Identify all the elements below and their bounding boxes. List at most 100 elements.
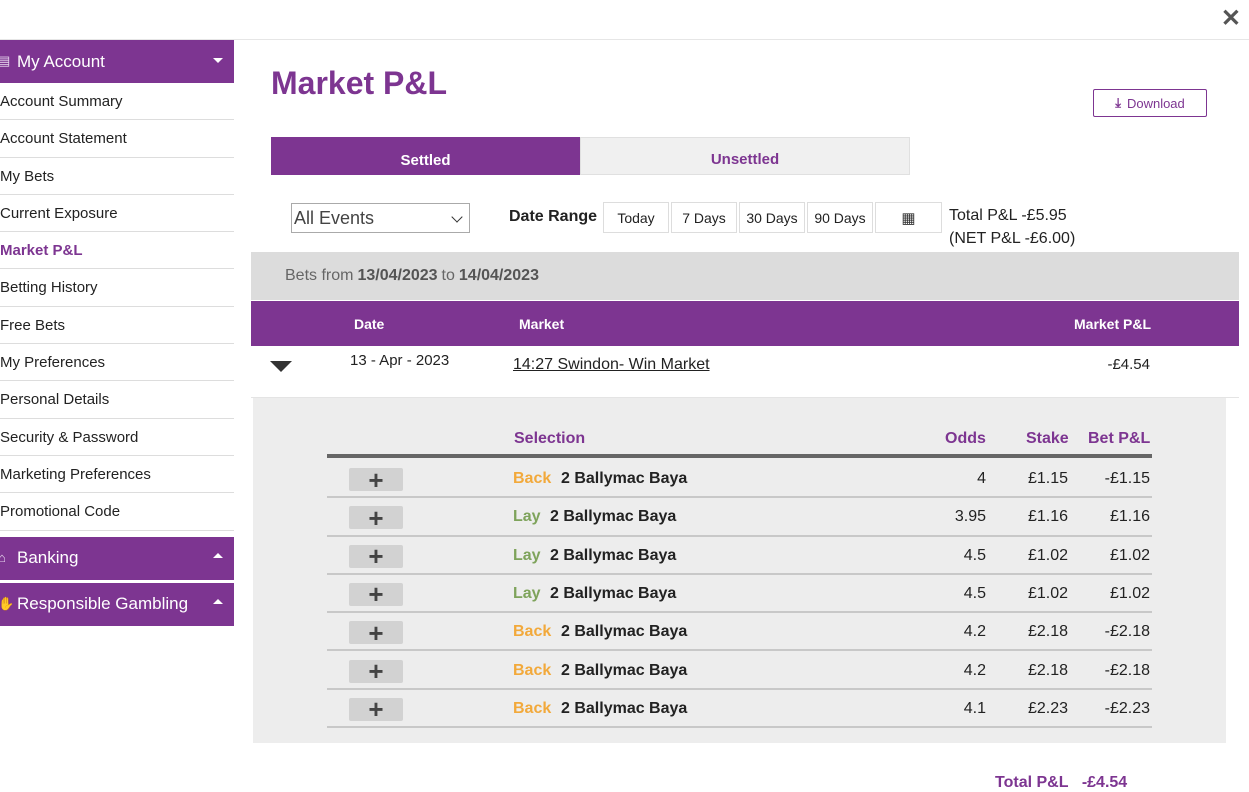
bet-selection: 2 Ballymac Baya <box>550 546 677 564</box>
tab-unsettled[interactable]: Unsettled <box>580 137 910 175</box>
bet-type: Lay <box>513 584 541 602</box>
bet-selection: 2 Ballymac Baya <box>561 699 688 717</box>
bet-stake: £2.18 <box>1027 661 1068 679</box>
bet-type: Back <box>513 470 552 487</box>
expand-plus-button[interactable]: + <box>349 620 403 646</box>
detail-total-pl: Total P&L -£4.54 <box>995 774 1127 792</box>
sidebar-item-promotional-code[interactable]: Promotional Code <box>0 493 234 531</box>
bet-odds: 4.2 <box>963 661 986 679</box>
bet-selection: 2 Ballymac Baya <box>561 661 688 679</box>
column-header-odds: Odds <box>945 430 986 447</box>
bet-selection: 2 Ballymac Baya <box>550 584 677 602</box>
events-select[interactable]: All Events <box>291 203 470 233</box>
bet-type: Lay <box>513 546 541 564</box>
expand-plus-button[interactable]: + <box>349 505 403 531</box>
sidebar-item-marketing-preferences[interactable]: Marketing Preferences <box>0 456 234 494</box>
sidebar-section-label: Banking <box>17 548 79 568</box>
bets-from-date: 13/04/2023 <box>357 267 438 284</box>
tabs: Settled Unsettled <box>271 137 910 175</box>
sidebar-list: Account Summary Account Statement My Bets C… <box>0 83 234 531</box>
sidebar-section-responsible-gambling[interactable]: ✋ Responsible Gambling <box>0 582 234 626</box>
total-pl-value: Total P&L -£5.95 <box>949 207 1067 224</box>
expand-plus-button[interactable]: + <box>349 543 403 569</box>
calendar-icon: ▦ <box>901 209 916 227</box>
column-header-bet-pl: Bet P&L <box>1088 430 1151 447</box>
bet-pl: £1.02 <box>1109 584 1150 602</box>
bet-odds: 4.2 <box>963 623 986 641</box>
calendar-button[interactable]: ▦ <box>875 202 942 233</box>
bet-type: Lay <box>513 508 541 526</box>
bet-row: + Back 2 Ballymac Baya 4.1 £2.23 -£2.23 <box>327 690 1152 729</box>
sidebar-item-my-bets[interactable]: My Bets <box>0 158 234 195</box>
download-button[interactable]: ⤓ Download <box>1093 89 1207 117</box>
bets-to-word: to <box>441 267 455 284</box>
sidebar-item-my-preferences[interactable]: My Preferences <box>0 344 234 382</box>
close-icon[interactable]: ✕ <box>1221 4 1241 33</box>
detail-header: Selection Odds Stake Bet P&L <box>327 398 1152 458</box>
bet-selection: 2 Ballymac Baya <box>561 470 688 487</box>
tab-settled[interactable]: Settled <box>271 137 580 175</box>
bet-row: + Back 2 Ballymac Baya 4.2 £2.18 -£2.18 <box>327 613 1152 652</box>
sidebar-item-account-summary[interactable]: Account Summary <box>0 83 234 121</box>
sidebar-section-banking[interactable]: ⌂ Banking <box>0 536 234 580</box>
date-range-label: Date Range <box>509 208 598 225</box>
bet-pl: -£2.23 <box>1104 699 1150 717</box>
bets-date-range-bar: Bets from 13/04/2023 to 14/04/2023 <box>251 252 1239 300</box>
chevron-up-icon <box>213 552 223 558</box>
sidebar-section-my-account[interactable]: ▤ My Account <box>0 40 234 83</box>
sidebar-item-current-exposure[interactable]: Current Exposure <box>0 195 234 233</box>
date-range-7-days[interactable]: 7 Days <box>671 202 737 233</box>
column-header-date: Date <box>354 316 385 332</box>
sidebar-item-free-bets[interactable]: Free Bets <box>0 307 234 345</box>
date-range-30-days[interactable]: 30 Days <box>739 202 805 233</box>
main-content: Market P&L ⤓ Download Settled Unsettled … <box>234 40 1249 791</box>
bet-odds: 3.95 <box>954 508 986 526</box>
date-range-today[interactable]: Today <box>603 202 669 233</box>
table-header: Date Market Market P&L <box>251 301 1239 346</box>
sidebar: ▤ My Account Account Summary Account Stat… <box>0 40 234 629</box>
bet-stake: £1.15 <box>1027 470 1068 487</box>
sidebar-item-account-statement[interactable]: Account Statement <box>0 120 234 158</box>
sidebar-item-security-password[interactable]: Security & Password <box>0 419 234 456</box>
total-pl: Total P&L -£5.95 (NET P&L -£6.00) <box>949 204 1075 250</box>
bets-to-date: 14/04/2023 <box>458 267 539 284</box>
bet-row: + Lay 2 Ballymac Baya 4.5 £1.02 £1.02 <box>327 575 1152 614</box>
bet-type: Back <box>513 699 552 717</box>
bet-stake: £1.16 <box>1027 508 1068 526</box>
market-detail-panel: Selection Odds Stake Bet P&L Total P&L -… <box>253 398 1226 791</box>
column-header-selection: Selection <box>514 430 586 447</box>
events-select-value: All Events <box>294 207 375 228</box>
date-range-90-days[interactable]: 90 Days <box>807 202 873 233</box>
net-pl-value: (NET P&L -£6.00) <box>949 230 1076 247</box>
collapse-triangle-icon[interactable] <box>270 361 292 372</box>
bet-row: + Lay 2 Ballymac Baya 4.5 £1.02 £1.02 <box>327 537 1152 575</box>
bet-row: + Lay 2 Ballymac Baya 3.95 £1.16 £1.16 <box>327 498 1152 537</box>
expand-plus-button[interactable]: + <box>349 467 403 493</box>
market-link[interactable]: 14:27 Swindon- Win Market <box>513 356 710 374</box>
column-header-stake: Stake <box>1026 430 1069 447</box>
expand-plus-button[interactable]: + <box>349 658 403 684</box>
sidebar-item-betting-history[interactable]: Betting History <box>0 269 234 307</box>
bet-pl: £1.16 <box>1109 508 1150 526</box>
market-date: 13 - Apr - 2023 <box>350 352 450 369</box>
bet-pl: -£2.18 <box>1104 661 1150 679</box>
bet-row: + Back 2 Ballymac Baya 4 £1.15 -£1.15 <box>327 460 1152 499</box>
bet-type: Back <box>513 623 552 641</box>
sidebar-item-personal-details[interactable]: Personal Details <box>0 381 234 419</box>
bet-odds: 4.1 <box>963 699 986 717</box>
chevron-down-icon <box>451 211 463 223</box>
filters: All Events Date Range Today 7 Days 30 Da… <box>291 202 1191 247</box>
detail-total-label: Total P&L <box>995 774 1069 791</box>
bank-icon: ⌂ <box>0 549 6 565</box>
bet-selection: 2 Ballymac Baya <box>550 508 677 526</box>
sidebar-item-market-p-l[interactable]: Market P&L <box>0 232 234 270</box>
download-label: Download <box>1126 95 1185 111</box>
market-pl: -£4.54 <box>1107 356 1150 373</box>
bet-row: + Back 2 Ballymac Baya 4.2 £2.18 -£2.18 <box>327 652 1152 690</box>
expand-plus-button[interactable]: + <box>349 696 403 722</box>
detail-total-value: -£4.54 <box>1081 774 1128 791</box>
sidebar-section-label: Responsible Gambling <box>17 594 189 614</box>
expand-plus-button[interactable]: + <box>349 581 403 607</box>
market-row: 13 - Apr - 2023 14:27 Swindon- Win Marke… <box>251 346 1239 398</box>
chevron-up-icon <box>213 598 223 604</box>
